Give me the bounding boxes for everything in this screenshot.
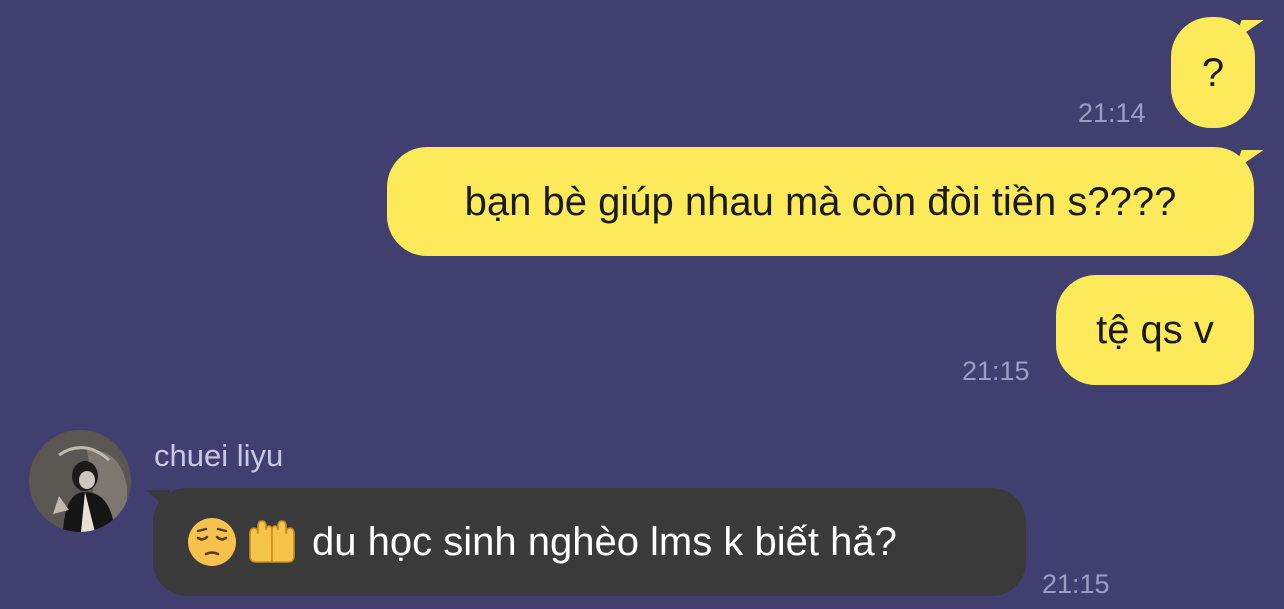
bubble-tail xyxy=(1234,150,1264,170)
message-text: tệ qs v xyxy=(1096,308,1214,352)
outgoing-message-bubble[interactable]: bạn bè giúp nhau mà còn đòi tiền s???? xyxy=(387,147,1254,256)
avatar-photo xyxy=(29,430,131,532)
message-text: bạn bè giúp nhau mà còn đòi tiền s???? xyxy=(464,179,1177,224)
bubble-tail xyxy=(1234,20,1264,40)
message-timestamp: 21:14 xyxy=(1078,98,1146,128)
palms-up-together-emoji xyxy=(249,520,295,563)
outgoing-message-bubble[interactable]: tệ qs v xyxy=(1056,275,1254,385)
message-text: ? xyxy=(1201,50,1225,95)
message-timestamp: 21:15 xyxy=(1042,569,1110,599)
contact-avatar[interactable] xyxy=(29,430,131,532)
incoming-message-bubble[interactable]: du học sinh nghèo lms k biết hả? xyxy=(153,488,1026,596)
message-text: du học sinh nghèo lms k biết hả? xyxy=(312,519,897,564)
chat-view: 21:14 ? bạn bè giúp nhau mà còn đòi tiền… xyxy=(0,0,1284,609)
sender-name: chuei liyu xyxy=(154,438,284,473)
message-timestamp: 21:15 xyxy=(962,356,1030,386)
pensive-face-emoji xyxy=(188,518,236,566)
